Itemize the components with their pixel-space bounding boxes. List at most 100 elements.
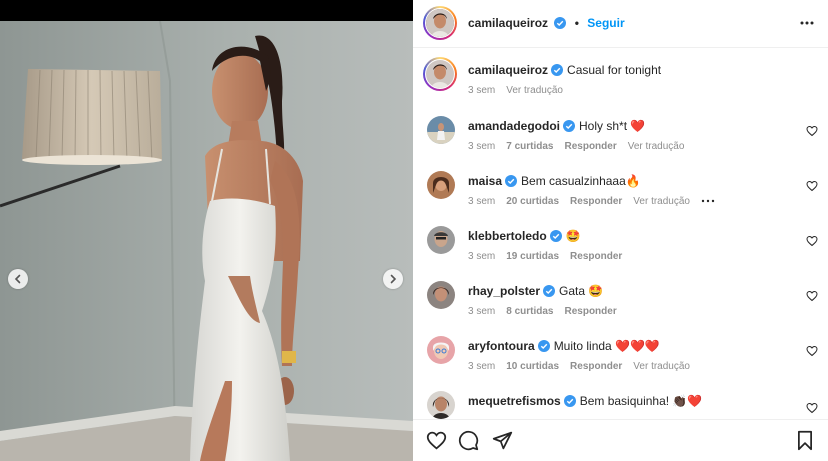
previous-photo-button[interactable] <box>8 269 28 289</box>
follow-button[interactable]: Seguir <box>587 16 624 30</box>
comment-reply-button[interactable]: Responder <box>570 196 622 207</box>
caption-time: 3 sem <box>468 85 496 96</box>
comment-time: 3 sem <box>468 306 496 317</box>
comment-reply-button[interactable]: Responder <box>570 251 622 262</box>
header-title-line: camilaqueiroz • Seguir <box>468 16 625 30</box>
commenter-avatar[interactable] <box>427 391 455 419</box>
post-actions-bar <box>413 419 828 461</box>
comment-reply-button[interactable]: Responder <box>570 361 622 372</box>
heart-outline-icon <box>806 180 818 192</box>
comment-translate-link[interactable]: Ver tradução <box>633 196 690 207</box>
like-post-button[interactable] <box>426 430 447 454</box>
post-detail-panel: camilaqueiroz • Seguir camilaqueiroz Casu… <box>413 0 828 461</box>
commenter-avatar[interactable] <box>427 281 455 309</box>
next-photo-button[interactable] <box>383 269 403 289</box>
heart-outline-icon <box>806 235 818 247</box>
more-horizontal-icon <box>701 199 715 203</box>
verified-badge-icon <box>551 64 564 76</box>
comment-username[interactable]: mequetrefismos <box>468 394 561 408</box>
comment-text-line: mequetrefismos Bem basiquinha! 👏🏿❤️ <box>468 394 702 409</box>
save-button[interactable] <box>796 430 814 454</box>
comment-options-button[interactable] <box>701 196 715 207</box>
post-header: camilaqueiroz • Seguir <box>413 0 828 48</box>
comment-time: 3 sem <box>468 251 496 262</box>
comment-meta: 3 sem 20 curtidas Responder Ver tradução <box>468 196 726 207</box>
caption-username[interactable]: camilaqueiroz <box>468 63 548 77</box>
caption-translate-link[interactable]: Ver tradução <box>506 85 563 96</box>
comment-username[interactable]: rhay_polster <box>468 284 540 298</box>
comment-username[interactable]: amandadegodoi <box>468 119 560 133</box>
photo-top-bar <box>0 0 413 21</box>
comment-row: rhay_polster Gata 🤩 3 sem 8 curtidas Respon… <box>413 278 828 328</box>
heart-outline-icon <box>806 125 818 137</box>
verified-badge-icon <box>505 175 518 187</box>
comment-translate-link[interactable]: Ver tradução <box>633 361 690 372</box>
comment-text: 🤩 <box>565 229 581 243</box>
author-avatar <box>426 9 454 37</box>
author-avatar-ring[interactable] <box>423 6 457 40</box>
comment-username[interactable]: klebbertoledo <box>468 229 547 243</box>
like-comment-button[interactable] <box>806 290 818 305</box>
caption-meta: 3 sem Ver tradução <box>468 85 574 96</box>
comment-time: 3 sem <box>468 196 496 208</box>
like-comment-button[interactable] <box>806 180 818 195</box>
comment-username[interactable]: aryfontoura <box>468 339 535 353</box>
comment-likes-count[interactable]: 8 curtidas <box>506 306 553 317</box>
caption-avatar <box>426 60 454 88</box>
comment-translate-link[interactable]: Ver tradução <box>628 141 685 152</box>
comment-text: Gata 🤩 <box>559 284 604 298</box>
chevron-right-icon <box>390 274 397 284</box>
heart-outline-icon <box>806 402 818 414</box>
verified-badge-icon <box>537 340 550 352</box>
comment-button[interactable] <box>458 430 479 454</box>
comment-text: Holy sh*t ❤️ <box>579 119 646 133</box>
comment-text-line: amandadegodoi Holy sh*t ❤️ <box>468 119 645 134</box>
like-comment-button[interactable] <box>806 345 818 360</box>
comment-reply-button[interactable]: Responder <box>564 306 616 317</box>
commenter-avatar[interactable] <box>427 226 455 254</box>
comment-text-line: aryfontoura Muito linda ❤️❤️❤️ <box>468 339 660 354</box>
comment-text-line: maisa Bem casualzinhaaa🔥 <box>468 174 641 189</box>
comment-meta: 3 sem 7 curtidas Responder Ver tradução <box>468 141 695 152</box>
comment-meta: 3 sem 8 curtidas Responder <box>468 306 628 317</box>
comment-likes-count[interactable]: 20 curtidas <box>506 196 559 207</box>
like-comment-button[interactable] <box>806 125 818 140</box>
comment-bubble-icon <box>458 430 479 451</box>
comment-meta: 3 sem 10 curtidas Responder Ver tradução <box>468 361 701 372</box>
comment-likes-count[interactable]: 10 curtidas <box>506 361 559 372</box>
like-comment-button[interactable] <box>806 235 818 250</box>
verified-badge-icon <box>563 120 576 132</box>
author-username[interactable]: camilaqueiroz <box>468 16 548 30</box>
comment-likes-count[interactable]: 19 curtidas <box>506 251 559 262</box>
post-photo[interactable] <box>0 0 413 461</box>
caption-avatar-ring[interactable] <box>423 57 457 91</box>
chevron-left-icon <box>14 274 21 284</box>
like-comment-button[interactable] <box>806 402 818 417</box>
share-button[interactable] <box>492 430 513 454</box>
heart-icon <box>426 431 447 450</box>
comment-row: amandadegodoi Holy sh*t ❤️ 3 sem 7 curtida… <box>413 113 828 163</box>
comment-time: 3 sem <box>468 361 496 372</box>
more-horizontal-icon <box>800 21 814 25</box>
comment-text: Muito linda ❤️❤️❤️ <box>553 339 660 353</box>
commenter-avatar[interactable] <box>427 116 455 144</box>
comment-text: Bem casualzinhaaa🔥 <box>521 174 641 188</box>
comment-username[interactable]: maisa <box>468 174 502 188</box>
commenter-avatar[interactable] <box>427 336 455 364</box>
comment-likes-count[interactable]: 7 curtidas <box>506 141 553 152</box>
comment-time: 3 sem <box>468 141 496 152</box>
caption-row: camilaqueiroz Casual for tonight 3 sem Ver… <box>413 57 828 107</box>
comments-list[interactable]: camilaqueiroz Casual for tonight 3 sem Ver… <box>413 49 828 419</box>
bookmark-icon <box>798 430 812 451</box>
commenter-avatar[interactable] <box>427 171 455 199</box>
separator-dot: • <box>574 16 579 30</box>
caption-text-line: camilaqueiroz Casual for tonight <box>468 63 661 78</box>
verified-badge-icon <box>549 230 562 242</box>
more-options-button[interactable] <box>800 16 814 33</box>
woman-in-white-dress-photo <box>0 21 413 461</box>
comment-reply-button[interactable]: Responder <box>564 141 616 152</box>
verified-badge-icon <box>563 395 576 407</box>
comment-row: aryfontoura Muito linda ❤️❤️❤️ 3 sem 10 cu… <box>413 333 828 383</box>
heart-outline-icon <box>806 290 818 302</box>
comment-text-line: klebbertoledo 🤩 <box>468 229 581 244</box>
